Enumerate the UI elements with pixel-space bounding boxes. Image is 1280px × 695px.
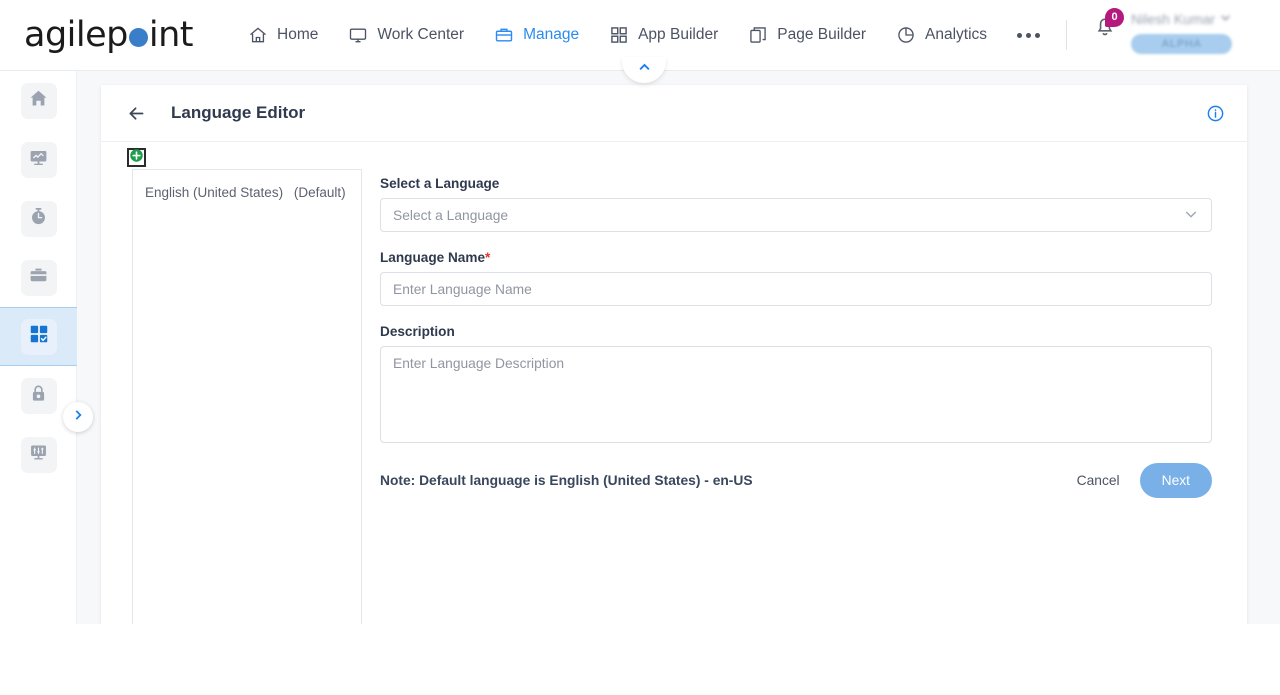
chevron-down-icon [1183, 206, 1199, 225]
nav-item-page-builder-label: Page Builder [777, 26, 866, 43]
alpha-badge: ALPHA [1131, 33, 1232, 54]
editor-columns: English (United States) (Default) Select… [101, 169, 1247, 695]
language-name-input[interactable]: Enter Language Name [380, 272, 1212, 306]
sidebar-item-apps[interactable] [0, 307, 77, 366]
dot-2-icon [1026, 32, 1032, 38]
briefcase-icon [28, 265, 49, 291]
briefcase-icon [494, 25, 514, 45]
language-name: English (United States) [145, 185, 284, 200]
description-label: Description [380, 324, 455, 339]
nav-item-work-center-label: Work Center [377, 26, 465, 43]
add-language-row [101, 142, 1247, 169]
pages-icon [748, 25, 768, 45]
user-area: 0 Nilesh Kumar ALPHA [1091, 0, 1232, 71]
brand-text: agilep int [24, 15, 194, 55]
nav-item-analytics-label: Analytics [925, 26, 988, 43]
more-options-button[interactable] [1017, 32, 1041, 38]
bottom-strip [0, 624, 1280, 695]
sidebar-item-home[interactable] [0, 71, 77, 130]
chevron-down-icon [1219, 11, 1232, 27]
sliders-icon [28, 442, 49, 468]
pie-chart-icon [896, 25, 916, 45]
user-name-row[interactable]: Nilesh Kumar [1131, 11, 1232, 27]
sidebar-item-toolbox[interactable] [0, 248, 77, 307]
notifications-button[interactable]: 0 [1091, 7, 1125, 43]
stopwatch-icon [28, 206, 49, 232]
chevron-right-icon [71, 408, 85, 427]
back-button[interactable] [126, 103, 147, 124]
add-language-button[interactable] [127, 148, 146, 167]
sidebar-item-toolbox-box [20, 259, 57, 296]
description-placeholder: Enter Language Description [393, 356, 565, 371]
nav-item-app-builder[interactable]: App Builder [609, 25, 718, 45]
note-and-actions-row: Note: Default language is English (Unite… [380, 463, 1212, 498]
sidebar-item-activity-box [20, 200, 57, 237]
dot-3-icon [1035, 32, 1041, 38]
brand-text-before: agilep [24, 15, 128, 55]
nav-item-work-center[interactable]: Work Center [348, 25, 464, 45]
chevron-up-icon [637, 60, 652, 80]
nav-item-app-builder-label: App Builder [638, 26, 719, 43]
agilepoint-logo[interactable]: agilep int [24, 15, 202, 55]
nav-item-manage[interactable]: Manage [494, 25, 579, 45]
language-list-panel: English (United States) (Default) [132, 169, 362, 695]
dot-1-icon [1017, 32, 1023, 38]
select-language-dropdown[interactable]: Select a Language [380, 198, 1212, 232]
language-editor-card: Language Editor English (United States) … [101, 85, 1247, 695]
expand-sidebar-button[interactable] [63, 402, 93, 432]
grid-icon [609, 25, 629, 45]
sidebar-item-apps-box [20, 318, 57, 355]
main-menu: Home Work Center Manage App Builder Page… [248, 0, 1232, 71]
brand-dot-icon [128, 28, 148, 47]
list-item[interactable]: English (United States) (Default) [133, 180, 361, 205]
sidebar-item-access-box [20, 377, 57, 414]
required-asterisk: * [485, 250, 491, 265]
info-icon[interactable] [1206, 104, 1225, 123]
form-actions: Cancel Next [1067, 463, 1212, 498]
brand-text-after: int [148, 15, 194, 55]
left-icon-rail [0, 71, 93, 671]
nav-item-manage-label: Manage [523, 26, 580, 43]
select-language-value: Select a Language [393, 207, 509, 223]
nav-item-home-label: Home [277, 26, 319, 43]
page-body: Language Editor English (United States) … [0, 71, 1280, 695]
language-name-placeholder: Enter Language Name [393, 281, 532, 297]
language-name-label: Language Name* [380, 250, 1215, 265]
lock-icon [28, 383, 49, 409]
chart-monitor-icon [28, 147, 49, 173]
nav-divider [1066, 20, 1068, 50]
home-icon [28, 88, 49, 114]
sidebar-item-reports-box [20, 141, 57, 178]
user-menu[interactable]: Nilesh Kumar ALPHA [1131, 11, 1232, 54]
sidebar-item-reports[interactable] [0, 130, 77, 189]
select-language-label: Select a Language [380, 176, 500, 191]
sidebar-item-settings[interactable] [0, 425, 77, 484]
plus-circle-icon [129, 148, 144, 168]
nav-item-home[interactable]: Home [248, 25, 318, 45]
page-title: Language Editor [171, 103, 306, 122]
nav-item-page-builder[interactable]: Page Builder [748, 25, 866, 45]
user-name-label: Nilesh Kumar [1131, 10, 1216, 27]
next-button[interactable]: Next [1139, 463, 1212, 498]
language-form: Select a Language Select a Language Lang… [380, 169, 1215, 695]
home-icon [248, 25, 268, 45]
sidebar-item-activity[interactable] [0, 189, 77, 248]
cancel-button[interactable]: Cancel [1067, 467, 1130, 494]
app-grid-check-icon [28, 323, 50, 350]
notification-badge: 0 [1105, 7, 1125, 27]
language-name-label-text: Language Name [380, 250, 485, 265]
default-language-note: Note: Default language is English (Unite… [380, 473, 753, 488]
sidebar-item-settings-box [20, 436, 57, 473]
card-header: Language Editor [101, 85, 1247, 142]
default-tag: (Default) [293, 185, 346, 200]
sidebar-item-home-box [20, 82, 57, 119]
monitor-icon [348, 25, 368, 45]
nav-item-analytics[interactable]: Analytics [896, 25, 987, 45]
description-textarea[interactable]: Enter Language Description [380, 346, 1212, 443]
